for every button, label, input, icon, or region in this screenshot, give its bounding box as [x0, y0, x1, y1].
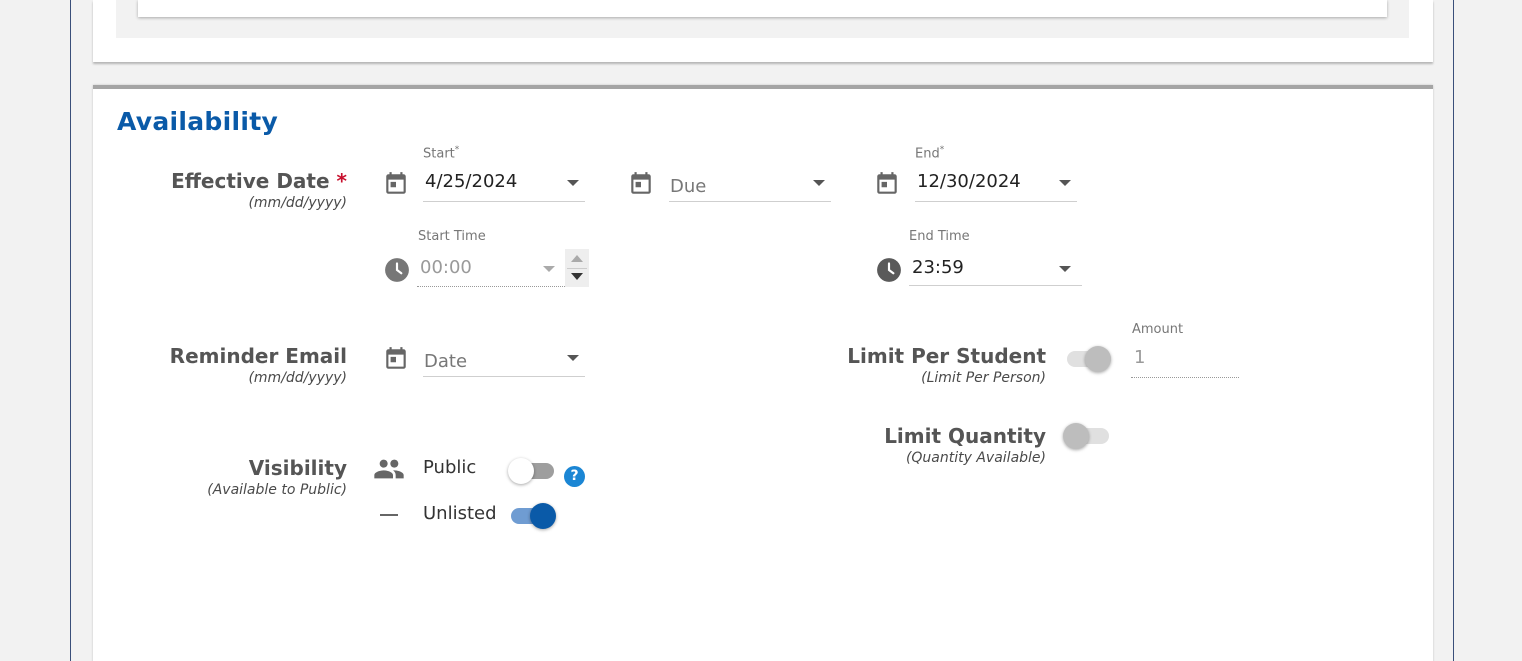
field-underline — [909, 285, 1082, 286]
field-underline — [915, 201, 1077, 202]
start-time-label: Start Time — [418, 229, 486, 244]
end-date-value[interactable]: 12/30/2024 — [917, 171, 1021, 192]
limit-per-student-sublabel: (Limit Per Person) — [921, 370, 1046, 386]
due-date-placeholder[interactable]: Due — [670, 176, 706, 197]
effective-date-sublabel: (mm/dd/yyyy) — [248, 195, 347, 211]
calendar-icon[interactable] — [383, 170, 409, 202]
clock-icon — [876, 257, 902, 287]
field-underline — [417, 286, 565, 287]
spinner-down-icon[interactable] — [571, 273, 583, 280]
clock-icon — [384, 257, 410, 287]
visibility-label-group: Visibility (Available to Public) — [207, 456, 347, 498]
due-date-field[interactable]: Due — [669, 145, 831, 205]
chevron-down-icon[interactable] — [567, 355, 579, 361]
dash-icon — [380, 514, 398, 516]
people-icon — [373, 457, 405, 485]
limit-quantity-label-group: Limit Quantity (Quantity Available) — [884, 424, 1046, 466]
visibility-unlisted-label: Unlisted — [423, 503, 497, 524]
chevron-down-icon[interactable] — [1059, 266, 1071, 272]
limit-per-student-label-group: Limit Per Student (Limit Per Person) — [847, 344, 1046, 386]
limit-per-student-toggle[interactable] — [1065, 343, 1113, 372]
start-time-field[interactable]: Start Time 00:00 — [417, 229, 590, 289]
limit-quantity-sublabel: (Quantity Available) — [905, 450, 1046, 466]
amount-value[interactable]: 1 — [1134, 347, 1145, 368]
toggle-knob — [508, 458, 534, 484]
effective-date-label-group: Effective Date * (mm/dd/yyyy) — [171, 169, 347, 211]
calendar-icon[interactable] — [628, 170, 654, 202]
reminder-email-label-group: Reminder Email (mm/dd/yyyy) — [170, 344, 347, 386]
start-time-value[interactable]: 00:00 — [420, 257, 472, 278]
field-underline — [669, 201, 831, 202]
previous-section-panel — [138, 0, 1387, 17]
toggle-knob — [1085, 346, 1111, 372]
public-toggle[interactable] — [508, 455, 556, 484]
field-underline — [1131, 377, 1239, 378]
limit-quantity-label: Limit Quantity — [884, 424, 1046, 448]
end-time-field[interactable]: End Time 23:59 — [909, 229, 1082, 289]
frame-border-left — [70, 0, 71, 661]
reminder-date-field[interactable]: Date — [423, 320, 585, 380]
effective-date-label: Effective Date — [171, 169, 330, 193]
help-icon[interactable]: ? — [564, 466, 585, 487]
end-time-label: End Time — [909, 229, 970, 244]
frame-border-right — [1453, 0, 1454, 661]
calendar-icon[interactable] — [383, 345, 409, 377]
spinner-up-icon[interactable] — [571, 255, 583, 262]
limit-per-student-label: Limit Per Student — [847, 344, 1046, 368]
section-title: Availability — [117, 107, 279, 136]
visibility-sublabel: (Available to Public) — [207, 482, 347, 498]
end-date-field[interactable]: End* 12/30/2024 — [915, 145, 1077, 205]
chevron-down-icon[interactable] — [1059, 180, 1071, 186]
end-required-mark: * — [939, 145, 945, 155]
end-time-value[interactable]: 23:59 — [912, 257, 964, 278]
reminder-date-placeholder[interactable]: Date — [424, 351, 467, 372]
visibility-label: Visibility — [248, 456, 347, 480]
amount-field[interactable]: Amount 1 — [1131, 322, 1239, 382]
visibility-public-label: Public — [423, 457, 477, 478]
reminder-email-label: Reminder Email — [169, 344, 347, 368]
start-date-field[interactable]: Start* 4/25/2024 — [423, 145, 585, 205]
time-spinner[interactable] — [565, 249, 589, 287]
start-required-mark: * — [454, 145, 460, 155]
chevron-down-icon[interactable] — [567, 180, 579, 186]
start-date-value[interactable]: 4/25/2024 — [425, 171, 517, 192]
amount-label: Amount — [1132, 322, 1184, 337]
chevron-down-icon[interactable] — [813, 180, 825, 186]
field-underline — [423, 201, 585, 202]
chevron-down-icon[interactable] — [543, 266, 555, 272]
start-date-label: Start — [423, 146, 455, 162]
limit-quantity-toggle[interactable] — [1063, 420, 1111, 449]
calendar-icon[interactable] — [874, 170, 900, 202]
field-underline — [423, 376, 585, 377]
availability-card: Availability Effective Date * (mm/dd/yyy… — [93, 85, 1433, 661]
reminder-email-sublabel: (mm/dd/yyyy) — [248, 370, 347, 386]
previous-section-card — [93, 0, 1433, 62]
unlisted-toggle[interactable] — [509, 500, 557, 529]
toggle-knob — [1063, 423, 1089, 449]
toggle-knob — [530, 503, 556, 529]
spinner-divider — [567, 268, 587, 269]
end-date-label: End — [915, 146, 940, 162]
required-mark: * — [336, 169, 347, 193]
